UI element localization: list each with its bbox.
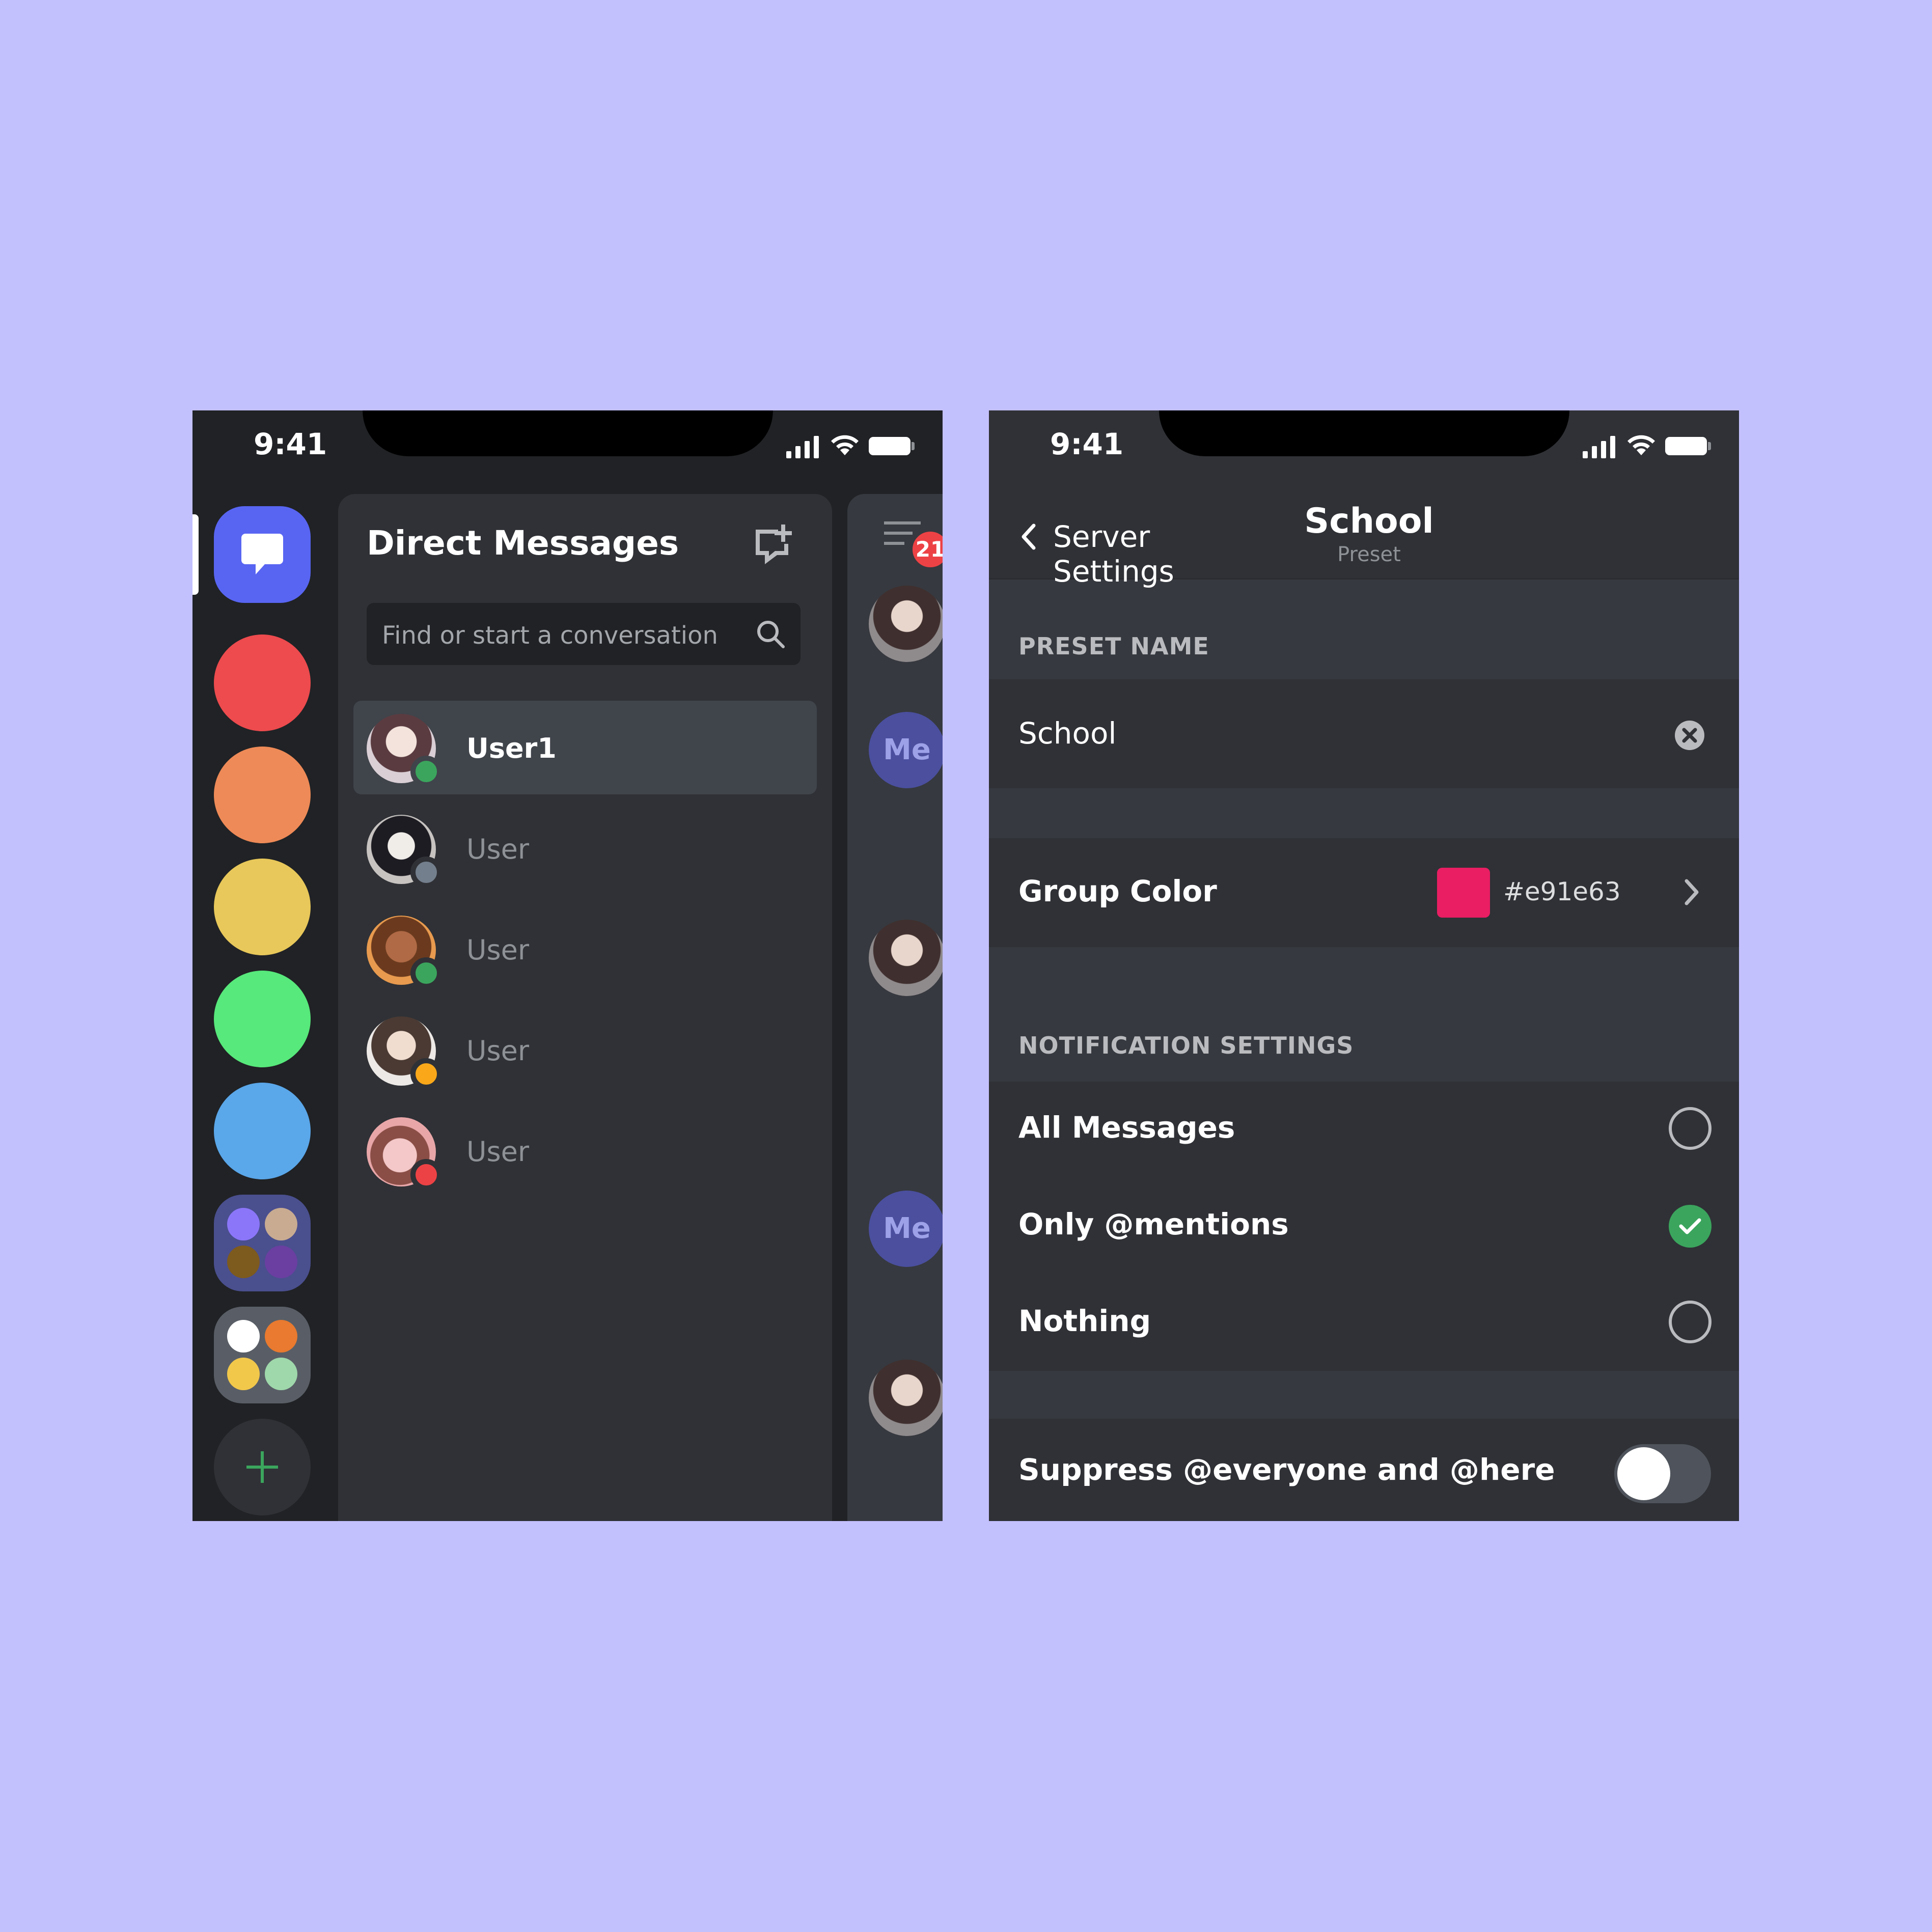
server-icon-green[interactable] [214,971,311,1067]
server-icon-yellow[interactable] [214,859,311,955]
option-all-messages[interactable]: All Messages [989,1082,1739,1178]
status-icons [786,433,919,458]
wifi-icon [1627,435,1655,455]
chat-panel-peek: 21 Me Me [847,494,943,1521]
radio-unchecked-icon [1669,1301,1712,1343]
message-avatar-me[interactable]: Me [869,1191,943,1267]
home-dm-button[interactable] [214,506,311,603]
search-input[interactable]: Find or start a conversation [367,603,801,665]
status-online-icon [410,756,442,787]
message-avatar[interactable] [869,920,943,996]
message-avatar-me[interactable]: Me [869,712,943,788]
color-hex: #e91e63 [1503,877,1621,906]
server-icon-blue[interactable] [214,1083,311,1179]
status-time: 9:41 [1050,427,1124,461]
selected-server-indicator [192,514,199,595]
option-nothing[interactable]: Nothing [989,1275,1739,1371]
new-dm-icon[interactable] [752,523,793,565]
notch [1159,410,1569,456]
signal-icon [786,433,822,458]
preset-name-label: PRESET NAME [1018,632,1209,660]
status-dnd-icon [410,1159,442,1191]
search-placeholder: Find or start a conversation [382,621,718,650]
signal-icon [1583,433,1618,458]
server-folder-gray[interactable] [214,1307,311,1403]
server-icon-red[interactable] [214,634,311,731]
toggle-knob [1617,1447,1670,1500]
option-only-mentions[interactable]: Only @mentions [989,1178,1739,1275]
page-title: School [1304,501,1434,541]
nav-header: Server Settings School Preset [989,492,1739,589]
status-offline-icon [410,857,442,888]
status-idle-icon [410,1058,442,1090]
radio-unchecked-icon [1669,1107,1712,1150]
dm-item-user1[interactable]: User1 [353,701,817,794]
suppress-everyone-row: Suppress @everyone and @here [989,1419,1739,1521]
message-avatar[interactable] [869,1360,943,1436]
dm-username: User [466,833,530,865]
preset-name-field[interactable]: School [989,679,1739,788]
status-time: 9:41 [254,427,327,461]
search-icon [757,621,785,648]
dm-username: User [466,1136,530,1168]
preset-name-value: School [1018,716,1117,751]
server-icon-orange[interactable] [214,747,311,843]
status-bar: 9:41 [989,410,1739,492]
dm-item-user-3[interactable]: User [353,902,817,996]
page-subtitle: Preset [1337,543,1401,566]
checkmark-icon [1679,1218,1701,1234]
status-bar: 9:41 [192,410,943,492]
add-server-button[interactable] [214,1419,311,1515]
dm-panel: Direct Messages Find or start a conversa… [338,494,832,1521]
battery-icon [869,437,910,455]
status-icons [1583,433,1715,458]
suppress-toggle[interactable] [1614,1444,1711,1503]
suppress-label: Suppress @everyone and @here [1018,1452,1555,1487]
notch [363,410,773,456]
group-color-label: Group Color [1018,874,1217,908]
color-swatch [1437,868,1490,918]
plus-icon [246,1451,278,1483]
notification-options: All Messages Only @mentions Nothing [989,1082,1739,1371]
status-online-icon [410,957,442,989]
clear-icon[interactable] [1673,719,1706,752]
dm-item-user-2[interactable]: User [353,802,817,895]
dm-username: User1 [466,732,557,764]
dm-username: User [466,934,530,966]
dm-item-user-5[interactable]: User [353,1104,817,1198]
server-settings-screen: 9:41 Server Settings School Preset PRESE… [989,410,1739,1521]
dm-username: User [466,1035,530,1067]
radio-checked-icon [1669,1205,1712,1248]
group-color-row[interactable]: Group Color #e91e63 [989,838,1739,947]
dm-title: Direct Messages [367,523,679,563]
battery-icon [1665,437,1707,455]
message-avatar[interactable] [869,586,943,662]
notification-settings-label: NOTIFICATION SETTINGS [1018,1032,1354,1059]
chevron-right-icon [1685,879,1699,905]
dm-screen: 9:41 Direct Messages Find or start a con… [192,410,943,1521]
wifi-icon [831,435,859,455]
chat-bubble-icon [241,534,283,574]
dm-item-user-4[interactable]: User [353,1003,817,1097]
server-folder-purple[interactable] [214,1195,311,1291]
